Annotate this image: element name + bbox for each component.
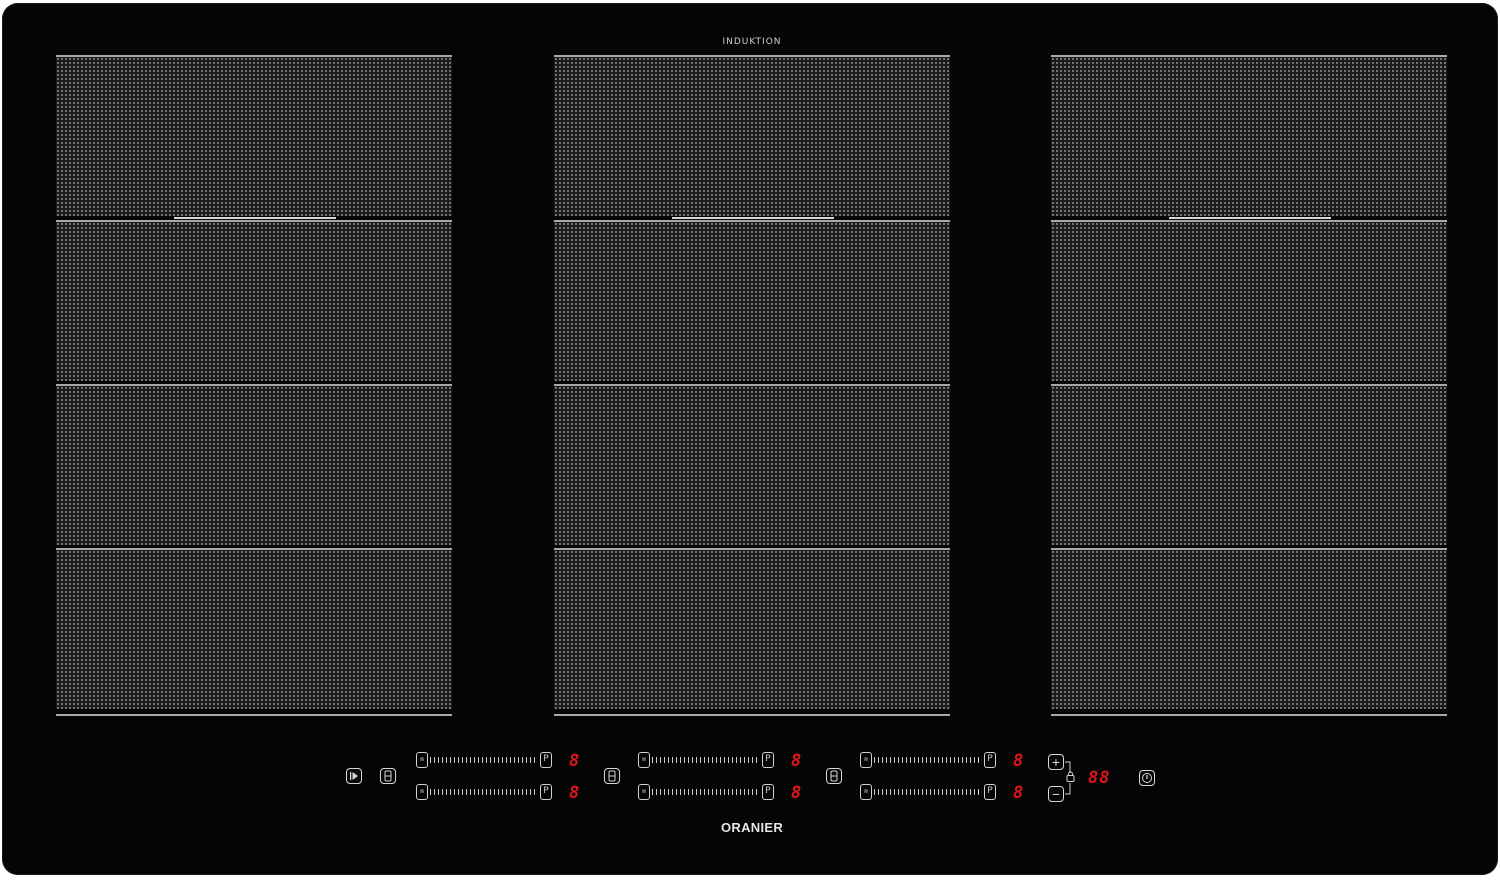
boost-button[interactable]: P [540,784,552,800]
pause-play-icon [350,772,358,780]
brand-logo: ORANIER [720,820,784,835]
zone-border [56,714,452,716]
zone-marker [672,217,834,219]
zone-marker [174,217,336,219]
boost-button[interactable]: P [540,752,552,768]
power-slider-left-top[interactable]: ≋ P [416,752,552,768]
slider-start-symbol: ≋ [860,752,872,768]
zone-marker [1169,217,1331,219]
cooking-zone[interactable] [56,384,452,545]
cooking-zone[interactable] [554,384,950,545]
minus-icon: − [1051,785,1061,802]
bridge-icon [608,770,616,782]
cooking-column-right [1051,55,1447,716]
slider-track[interactable] [874,757,980,763]
minus-button[interactable]: − [1048,786,1064,802]
cooking-zone[interactable] [1051,548,1447,709]
induction-label: INDUKTION [722,37,782,47]
level-display: 8 [791,751,802,771]
plus-button[interactable]: + [1048,754,1064,770]
cooking-zone[interactable] [554,55,950,219]
level-display: 8 [569,751,580,771]
power-slider-middle-top[interactable]: ≋ P [638,752,774,768]
bridge-button-right[interactable] [826,768,842,784]
power-button[interactable] [1139,770,1155,786]
cooking-zone[interactable] [1051,384,1447,545]
lock-icon[interactable] [1065,761,1079,795]
slider-track[interactable] [430,789,536,795]
zone-border [554,714,950,716]
cooking-zone[interactable] [1051,220,1447,381]
slider-start-symbol: ≋ [416,784,428,800]
slider-start-symbol: ≋ [638,752,650,768]
bridge-icon [830,770,838,782]
slider-start-symbol: ≋ [638,784,650,800]
power-slider-middle-bottom[interactable]: ≋ P [638,784,774,800]
cooking-column-middle [554,55,950,716]
level-display: 8 [1013,751,1024,771]
slider-track[interactable] [652,757,758,763]
cooking-zone[interactable] [56,548,452,709]
slider-track[interactable] [652,789,758,795]
slider-start-symbol: ≋ [416,752,428,768]
power-slider-left-bottom[interactable]: ≋ P [416,784,552,800]
level-display: 8 [569,783,580,803]
bridge-icon [384,770,392,782]
boost-button[interactable]: P [762,784,774,800]
cooking-zone[interactable] [554,220,950,381]
boost-button[interactable]: P [762,752,774,768]
power-slider-right-bottom[interactable]: ≋ P [860,784,996,800]
level-display: 8 [1013,783,1024,803]
cooking-zone[interactable] [1051,55,1447,219]
slider-track[interactable] [430,757,536,763]
slider-track[interactable] [874,789,980,795]
power-icon [1142,773,1152,783]
timer-display: 88 [1088,768,1111,788]
boost-button[interactable]: P [984,752,996,768]
zone-border [1051,714,1447,716]
plus-icon: + [1051,753,1061,770]
cooking-zone[interactable] [554,548,950,709]
slider-start-symbol: ≋ [860,784,872,800]
induction-hob: INDUKTION ≋ P 8 ≋ P 8 ≋ P 8 ≋ P 8 ≋ P 8 … [2,3,1498,875]
pause-play-button[interactable] [346,768,362,784]
cooking-zone[interactable] [56,220,452,381]
power-slider-right-top[interactable]: ≋ P [860,752,996,768]
boost-button[interactable]: P [984,784,996,800]
cooking-zone[interactable] [56,55,452,219]
bridge-button-middle[interactable] [604,768,620,784]
bridge-button-left[interactable] [380,768,396,784]
cooking-column-left [56,55,452,716]
level-display: 8 [791,783,802,803]
